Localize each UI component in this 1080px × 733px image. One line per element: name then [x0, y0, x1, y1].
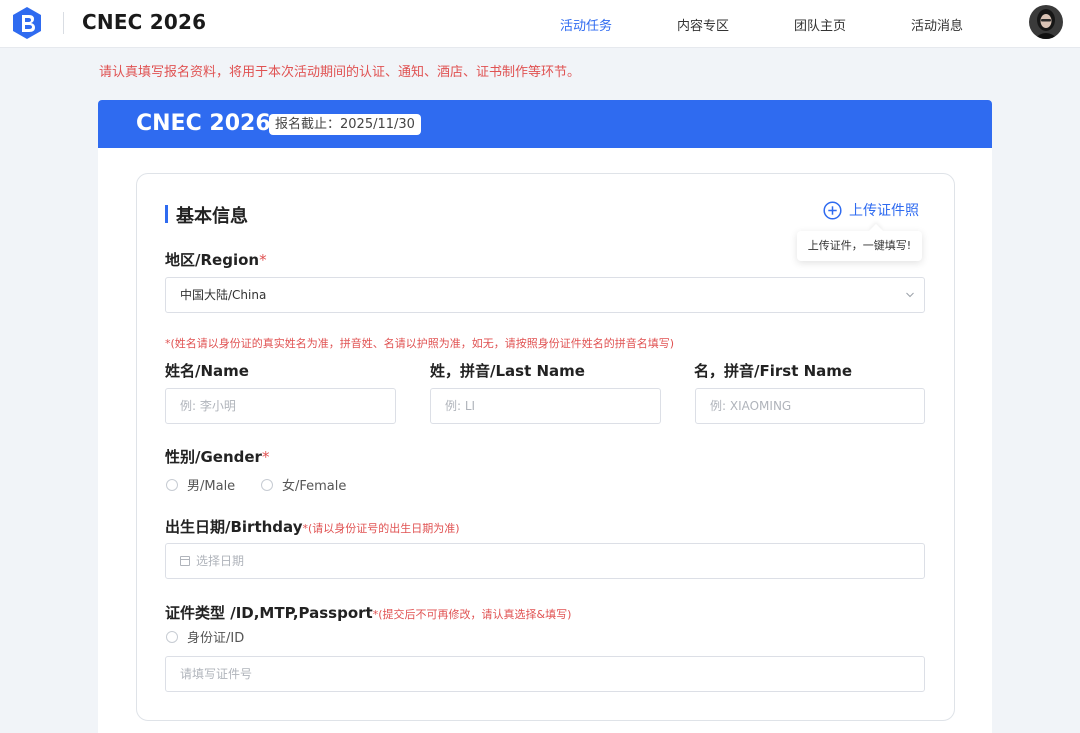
upload-label: 上传证件照	[849, 203, 919, 219]
user-avatar[interactable]	[1029, 5, 1063, 39]
radio-circle	[166, 478, 178, 491]
nav-team-home[interactable]: 团队主页	[794, 15, 846, 34]
required-mark: *	[261, 448, 270, 466]
region-label: 地区/Region*	[165, 251, 267, 269]
id-type-label: 证件类型 /ID,MTP,Passport*(提交后不可再修改，请认真选择&填写…	[165, 604, 572, 622]
app-title: CNEC 2026	[82, 10, 207, 34]
id-type-idcard-radio[interactable]: 身份证/ID	[166, 627, 244, 646]
nav-content-zone[interactable]: 内容专区	[677, 15, 729, 34]
upload-tooltip: 上传证件，一键填写!	[797, 231, 922, 261]
event-banner: CNEC 2026 报名截止：2025/11/30	[98, 100, 992, 148]
last-name-label: 姓，拼音/Last Name	[430, 362, 585, 380]
banner-title: CNEC 2026	[136, 111, 271, 136]
radio-circle	[166, 630, 178, 643]
section-title: 基本信息	[176, 206, 248, 227]
registration-notice: 请认真填写报名资料，将用于本次活动期间的认证、通知、酒店、证书制作等环节。	[99, 65, 581, 80]
plus-circle-icon	[823, 200, 842, 220]
app-logo-icon[interactable]	[10, 6, 44, 40]
name-input[interactable]: 例: 李小明	[165, 388, 396, 424]
calendar-icon	[180, 556, 190, 566]
birthday-label: 出生日期/Birthday*(请以身份证号的出生日期为准)	[165, 518, 460, 536]
section-accent-bar	[165, 205, 168, 223]
last-name-input[interactable]: 例: LI	[430, 388, 661, 424]
chevron-down-icon	[906, 292, 914, 298]
name-label: 姓名/Name	[165, 362, 249, 380]
region-select[interactable]: 中国大陆/China	[165, 277, 925, 313]
nav-activity-tasks[interactable]: 活动任务	[560, 15, 612, 34]
radio-circle	[261, 478, 273, 491]
region-value: 中国大陆/China	[180, 288, 267, 302]
nav-activity-messages[interactable]: 活动消息	[911, 15, 963, 34]
birthday-date-picker[interactable]: 选择日期	[165, 543, 925, 579]
name-hint: *(姓名请以身份证的真实姓名为准，拼音姓、名请以护照为准，如无，请按照身份证件姓…	[165, 337, 675, 350]
top-navbar: CNEC 2026 活动任务 内容专区 团队主页 活动消息	[0, 0, 1080, 48]
birthday-hint: *(请以身份证号的出生日期为准)	[302, 522, 460, 535]
gender-male-radio[interactable]: 男/Male	[166, 475, 235, 494]
first-name-input[interactable]: 例: XIAOMING	[695, 388, 925, 424]
upload-id-photo-button[interactable]: 上传证件照	[823, 200, 919, 220]
header-divider	[63, 12, 64, 34]
gender-female-radio[interactable]: 女/Female	[261, 475, 346, 494]
id-type-hint: *(提交后不可再修改，请认真选择&填写)	[372, 608, 572, 621]
deadline-badge: 报名截止：2025/11/30	[269, 114, 421, 135]
gender-label: 性别/Gender*	[165, 448, 270, 466]
first-name-label: 名，拼音/First Name	[694, 362, 853, 380]
required-mark: *	[259, 251, 267, 269]
id-number-input[interactable]: 请填写证件号	[165, 656, 925, 692]
